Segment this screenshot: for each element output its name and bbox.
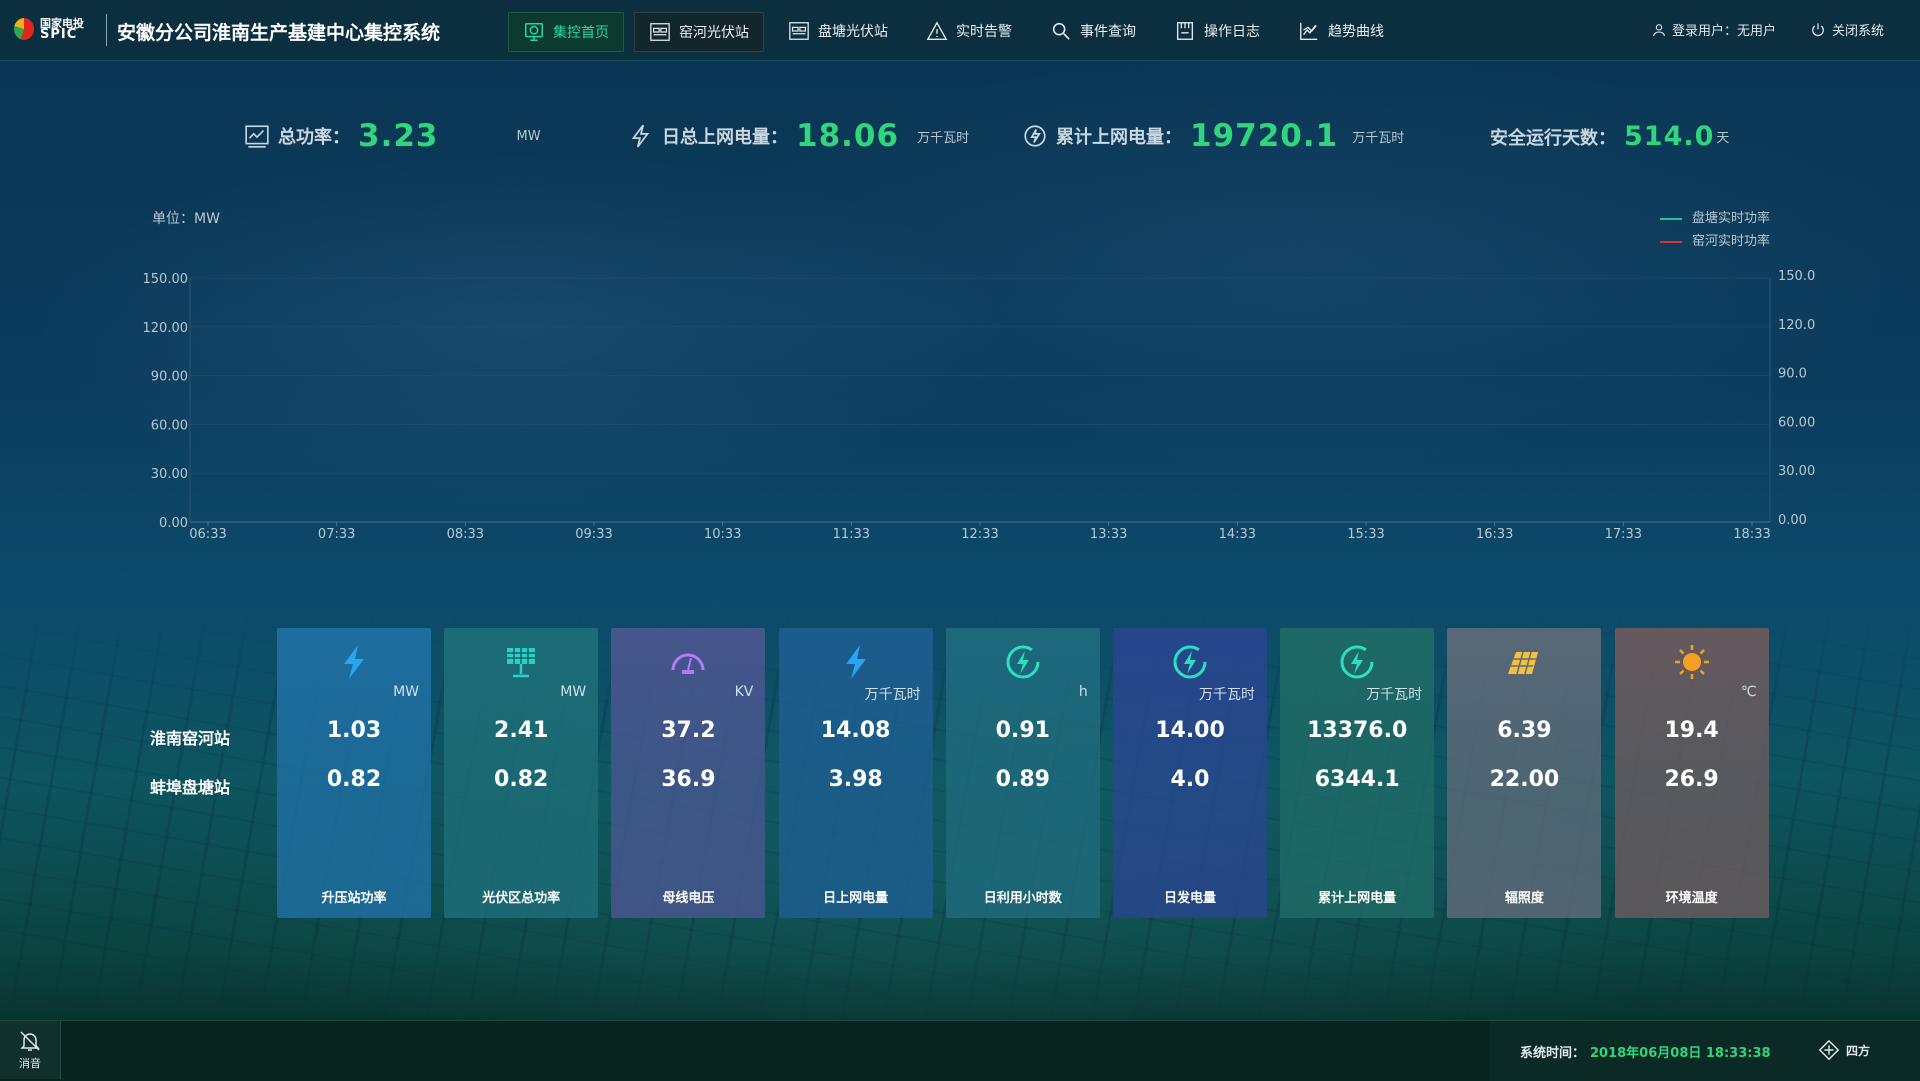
card-value-yaohe: 13376.0 <box>1307 718 1408 743</box>
card-value-yaohe: 19.4 <box>1664 718 1719 743</box>
energy-circle-icon <box>1113 642 1267 682</box>
brand-label: 四方 <box>1846 1043 1871 1058</box>
card-title: 累计上网电量 <box>1318 891 1397 906</box>
y-tick-label-left: 120.00 <box>143 321 189 336</box>
power-trend-chart: 0.00 0.00 30.00 30.00 60.00 60.00 90.00 90.0 120… <box>143 269 1816 542</box>
y-tick-label-left: 0.00 <box>159 516 188 531</box>
x-tick-label: 07:33 <box>318 527 355 542</box>
card-value-pantang: 0.89 <box>995 767 1050 792</box>
card-title: 日发电量 <box>1163 891 1216 906</box>
y-tick-label-right: 30.00 <box>1778 464 1815 479</box>
card-value-pantang: 0.82 <box>326 767 382 792</box>
footer-bar: 消音 系统时间： 2018年06月08日 18:33:38 四方 <box>0 1020 1920 1081</box>
diamond-logo-icon <box>1818 1039 1840 1061</box>
card-unit: KV <box>734 684 754 700</box>
mute-button[interactable]: 消音 <box>0 1021 61 1079</box>
x-tick-label: 16:33 <box>1476 527 1513 542</box>
x-tick-label: 06:33 <box>189 527 226 542</box>
y-tick-label-left: 150.00 <box>143 272 189 287</box>
card-unit: ℃ <box>1740 684 1757 700</box>
gauge-icon <box>611 642 765 682</box>
card-value-yaohe: 6.39 <box>1497 718 1552 743</box>
y-tick-label-left: 60.00 <box>151 418 188 433</box>
x-tick-label: 18:33 <box>1733 527 1770 542</box>
metric-card[interactable]: 6.39 22.00 辐照度 <box>1447 628 1602 918</box>
metric-card[interactable]: MW 2.41 0.82 光伏区总功率 <box>444 628 599 918</box>
y-tick-label-left: 90.00 <box>151 370 188 385</box>
station-label-yaohe: 淮南窑河站 <box>150 729 231 748</box>
card-value-yaohe: 14.08 <box>820 718 891 743</box>
metric-card[interactable]: ℃ 19.4 26.9 环境温度 <box>1614 628 1769 918</box>
x-tick-label: 09:33 <box>575 527 612 542</box>
metric-card[interactable]: MW 1.03 0.82 升压站功率 <box>277 628 431 918</box>
sifang-brand: 四方 <box>1818 1039 1870 1061</box>
card-unit: MW <box>560 684 587 700</box>
bell-icon <box>20 1031 40 1051</box>
y-tick-label-right: 120.0 <box>1778 318 1815 333</box>
card-title: 日上网电量 <box>823 891 889 906</box>
y-tick-label-right: 60.00 <box>1778 415 1815 430</box>
card-title: 升压站功率 <box>321 891 387 906</box>
card-value-pantang: 26.9 <box>1664 767 1719 792</box>
x-tick-label: 12:33 <box>961 527 998 542</box>
y-tick-label-left: 30.00 <box>151 467 188 482</box>
card-value-pantang: 4.0 <box>1170 767 1210 792</box>
card-title: 环境温度 <box>1665 891 1718 906</box>
x-tick-label: 11:33 <box>833 527 870 542</box>
card-unit: h <box>1078 684 1088 700</box>
card-value-pantang: 36.9 <box>661 767 716 792</box>
y-tick-label-right: 90.0 <box>1778 367 1807 382</box>
card-value-yaohe: 37.2 <box>661 718 716 743</box>
lightning-icon <box>779 642 933 682</box>
station-label-pantang: 蚌埠盘塘站 <box>150 778 231 797</box>
y-tick-label-right: 150.0 <box>1778 269 1815 284</box>
energy-circle-icon <box>946 642 1100 682</box>
x-tick-label: 14:33 <box>1219 527 1256 542</box>
card-value-yaohe: 1.03 <box>326 718 382 743</box>
x-tick-label: 13:33 <box>1090 527 1127 542</box>
system-time-label: 系统时间： <box>1520 1046 1586 1061</box>
lightning-icon <box>277 642 431 682</box>
energy-circle-icon <box>1280 642 1434 682</box>
x-tick-label: 15:33 <box>1347 527 1384 542</box>
card-value-yaohe: 2.41 <box>494 718 549 743</box>
metric-card[interactable]: 万千瓦时 13376.0 6344.1 累计上网电量 <box>1280 628 1435 918</box>
metric-card[interactable]: h 0.91 0.89 日利用小时数 <box>945 628 1100 918</box>
card-value-yaohe: 14.00 <box>1155 718 1225 743</box>
panel-sun-icon <box>1447 642 1601 682</box>
metric-card[interactable]: 万千瓦时 14.08 3.98 日上网电量 <box>778 628 933 918</box>
metric-card[interactable]: KV 37.2 36.9 母线电压 <box>611 628 766 918</box>
card-title: 母线电压 <box>662 891 715 906</box>
card-value-yaohe: 0.91 <box>995 718 1050 743</box>
card-title: 光伏区总功率 <box>482 891 561 906</box>
card-value-pantang: 22.00 <box>1489 767 1560 792</box>
x-tick-label: 10:33 <box>704 527 741 542</box>
card-unit: 万千瓦时 <box>864 687 921 703</box>
x-tick-label: 17:33 <box>1605 527 1642 542</box>
card-unit: 万千瓦时 <box>1199 687 1255 703</box>
card-title: 辐照度 <box>1504 891 1544 906</box>
card-value-pantang: 6344.1 <box>1314 767 1400 792</box>
system-time-value: 2018年06月08日 18:33:38 <box>1590 1046 1771 1061</box>
card-value-pantang: 3.98 <box>828 767 883 792</box>
x-tick-label: 08:33 <box>447 527 484 542</box>
card-unit: MW <box>393 684 419 700</box>
card-unit: 万千瓦时 <box>1366 687 1423 703</box>
metric-card[interactable]: 万千瓦时 14.00 4.0 日发电量 <box>1113 628 1267 918</box>
y-tick-label-right: 0.00 <box>1778 513 1807 528</box>
solar-panel-icon <box>444 642 598 682</box>
mute-label: 消音 <box>19 1057 41 1070</box>
card-title: 日利用小时数 <box>983 891 1062 906</box>
sun-icon <box>1615 642 1769 682</box>
card-value-pantang: 0.82 <box>494 767 549 792</box>
